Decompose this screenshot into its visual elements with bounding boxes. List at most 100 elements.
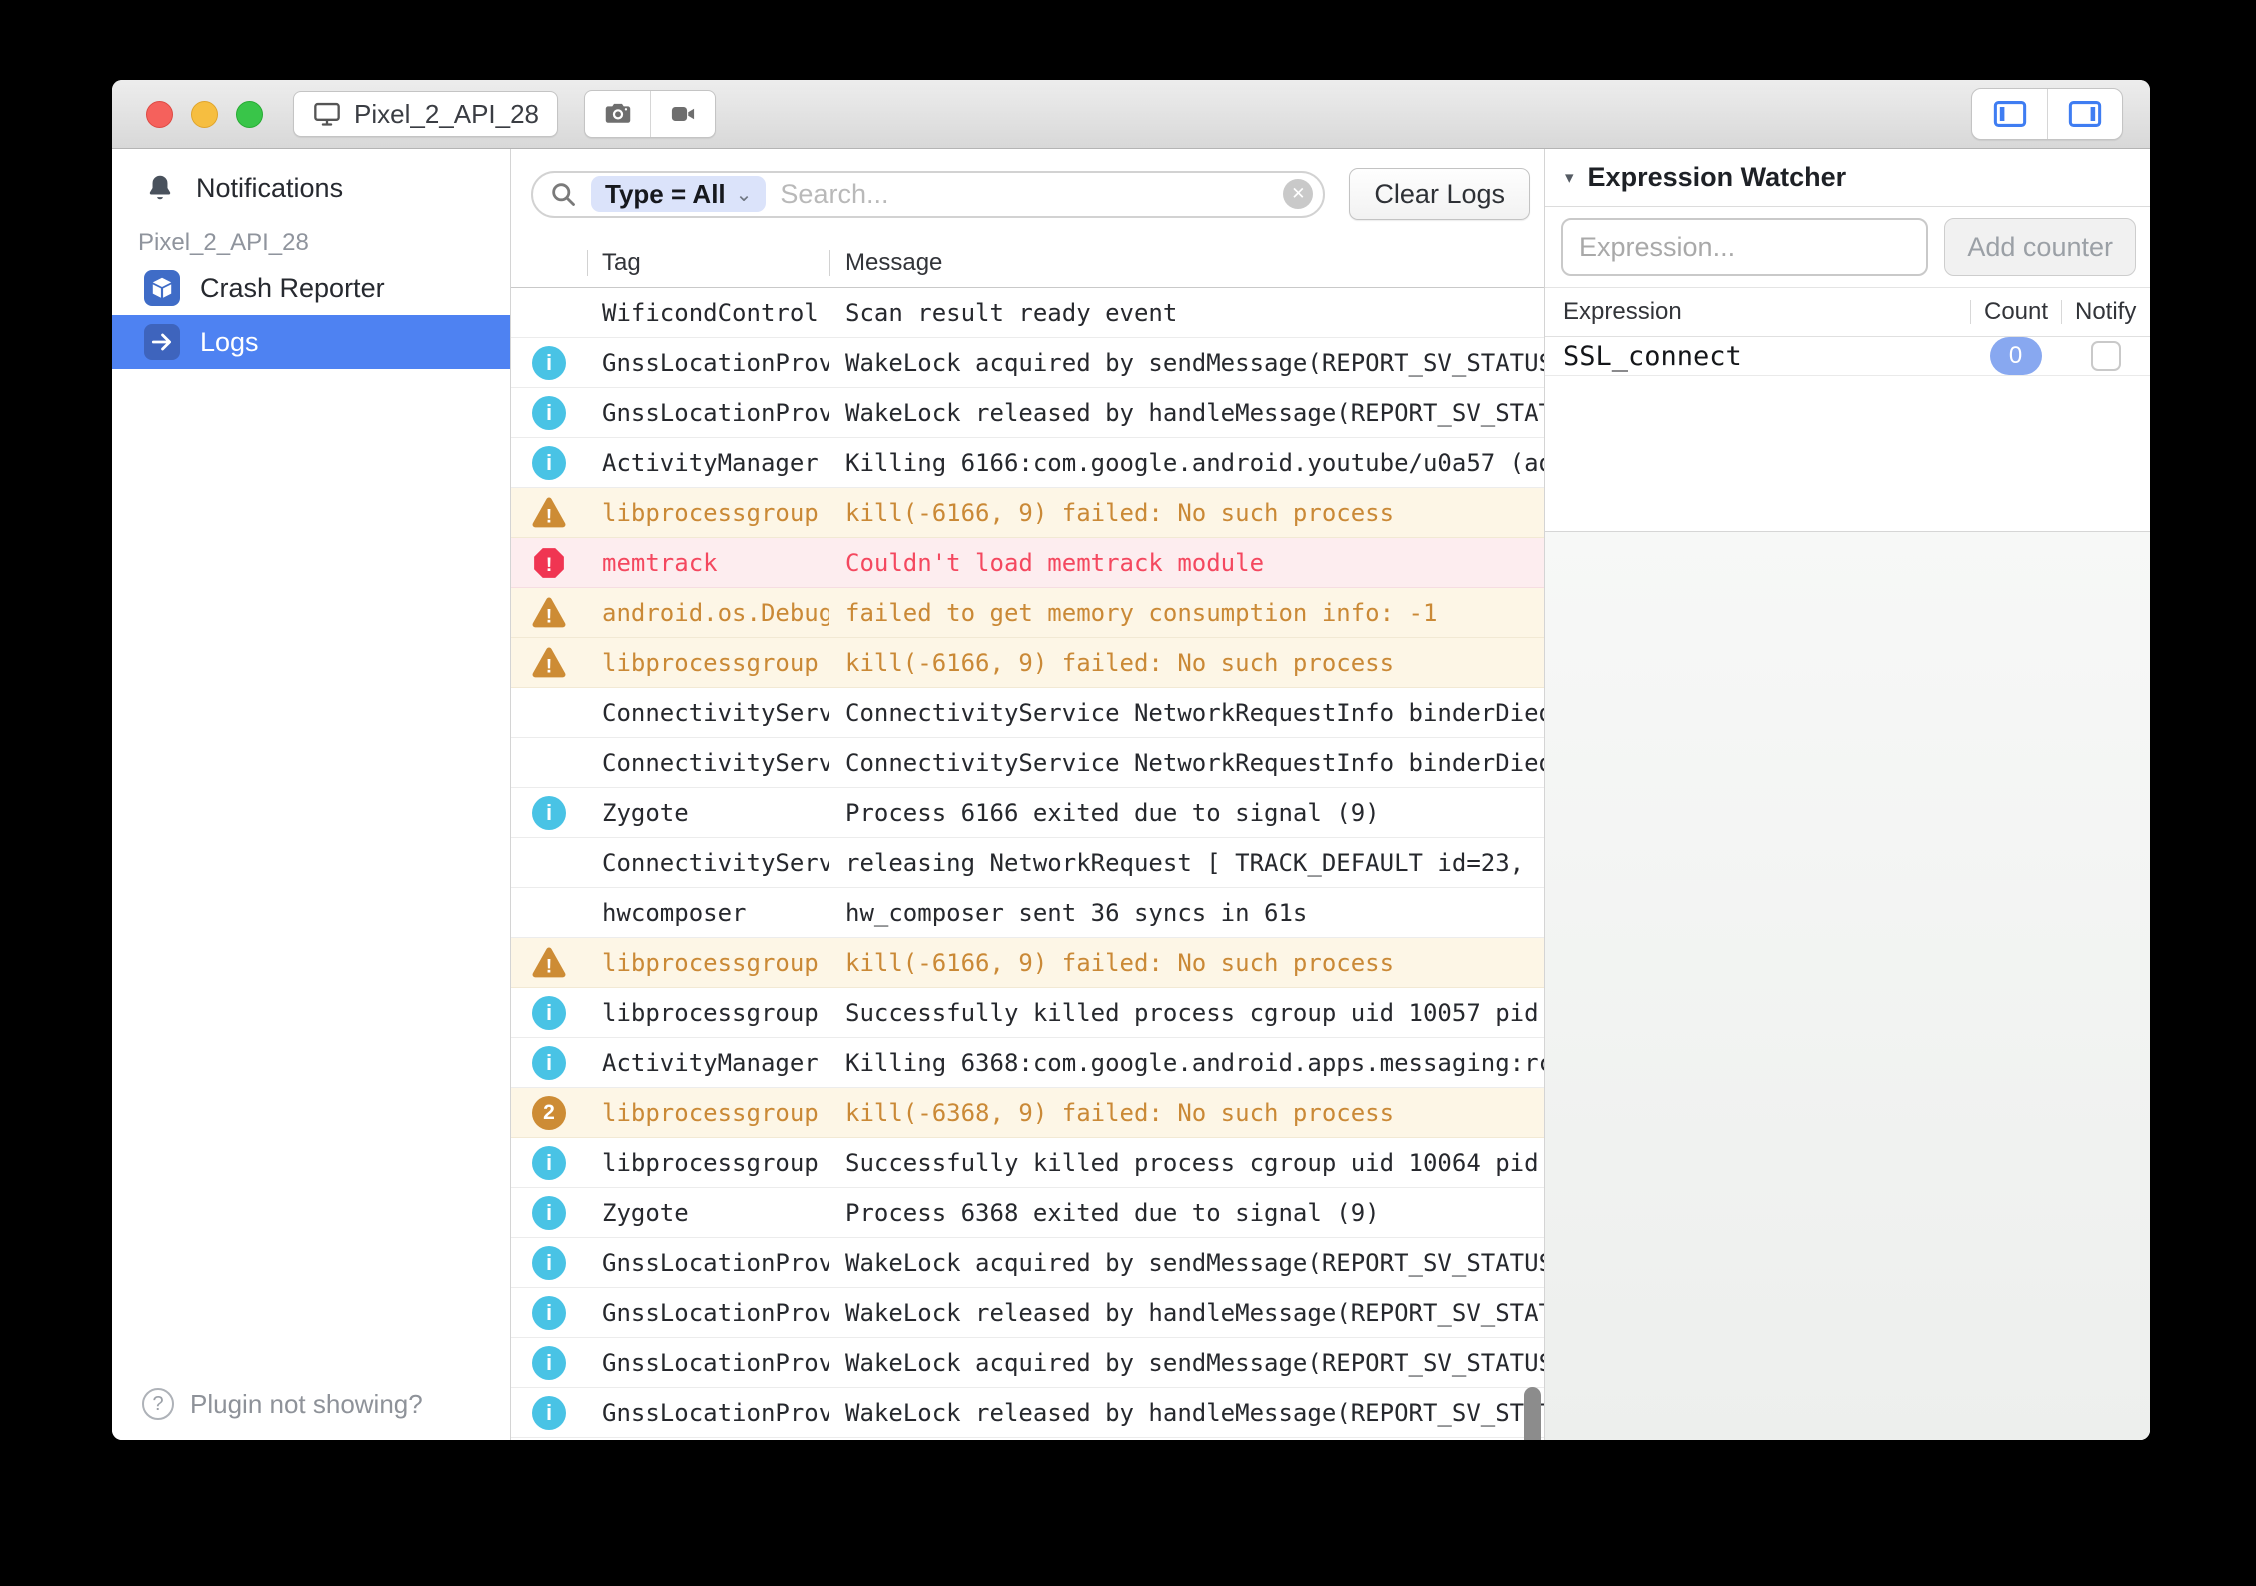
- log-level-cell: i: [511, 1396, 587, 1430]
- log-level-cell: i: [511, 446, 587, 480]
- log-row[interactable]: ilibprocessgroupSuccessfully killed proc…: [511, 988, 1544, 1038]
- svg-text:!: !: [546, 505, 553, 527]
- svg-text:!: !: [546, 955, 553, 977]
- log-toolbar: Type = All ⌄ Search... ✕ Clear Logs: [511, 149, 1544, 239]
- log-tag: Zygote: [587, 799, 829, 827]
- log-tag: android.os.Debug: [587, 599, 829, 627]
- column-header-message[interactable]: Message: [829, 249, 1544, 277]
- right-panel-icon: [2068, 100, 2102, 128]
- column-header-notify[interactable]: Notify: [2061, 298, 2150, 326]
- add-counter-button[interactable]: Add counter: [1944, 218, 2136, 276]
- screenshot-button[interactable]: [585, 91, 650, 137]
- log-level-cell: !: [511, 646, 587, 679]
- log-row[interactable]: ilibprocessgroupSuccessfully killed proc…: [511, 1138, 1544, 1188]
- sidebar-item-notifications[interactable]: Notifications: [112, 161, 510, 215]
- watcher-background-area: [1545, 531, 2150, 1440]
- log-message: Process 6368 exited due to signal (9): [829, 1199, 1544, 1227]
- log-row[interactable]: !libprocessgroupkill(-6166, 9) failed: N…: [511, 638, 1544, 688]
- plugin-not-showing-link[interactable]: ? Plugin not showing?: [112, 1368, 510, 1440]
- device-selector[interactable]: Pixel_2_API_28: [293, 91, 558, 137]
- expression-input[interactable]: [1561, 218, 1928, 276]
- warning-count-badge: 2: [532, 1096, 566, 1130]
- toggle-right-sidebar-button[interactable]: [2047, 89, 2122, 139]
- log-row[interactable]: !memtrackCouldn't load memtrack module: [511, 538, 1544, 588]
- type-filter-label: Type = All: [605, 179, 726, 210]
- column-header-expression[interactable]: Expression: [1545, 298, 1970, 326]
- log-message: ConnectivityService NetworkRequestInfo b…: [829, 699, 1544, 727]
- log-level-cell: i: [511, 1296, 587, 1330]
- log-row[interactable]: !libprocessgroupkill(-6166, 9) failed: N…: [511, 488, 1544, 538]
- close-window-button[interactable]: [146, 101, 173, 128]
- log-row[interactable]: iGnssLocationProviderWakeLock released b…: [511, 1288, 1544, 1338]
- log-tag: GnssLocationProvider: [587, 349, 829, 377]
- type-filter-chip[interactable]: Type = All ⌄: [591, 176, 766, 212]
- log-row[interactable]: iActivityManagerKilling 6368:com.google.…: [511, 1038, 1544, 1088]
- log-tag: libprocessgroup: [587, 949, 829, 977]
- screen-record-button[interactable]: [650, 91, 715, 137]
- sidebar-item-crash-reporter[interactable]: Crash Reporter: [112, 261, 510, 315]
- device-name: Pixel_2_API_28: [354, 99, 539, 130]
- log-row[interactable]: !android.os.Debugfailed to get memory co…: [511, 588, 1544, 638]
- log-row[interactable]: ConnectivityServiceConnectivityService N…: [511, 738, 1544, 788]
- zoom-window-button[interactable]: [236, 101, 263, 128]
- log-level-cell: !: [511, 496, 587, 529]
- svg-text:!: !: [546, 605, 553, 627]
- capture-controls: [584, 90, 716, 138]
- log-row[interactable]: ! libprocessgroupkill(-6166, 9) failed: N…: [511, 938, 1544, 988]
- log-tag: ActivityManager: [587, 449, 829, 477]
- log-row[interactable]: iActivityManagerKilling 6166:com.google.…: [511, 438, 1544, 488]
- search-icon: [549, 180, 577, 208]
- log-row[interactable]: hwcomposerhw_composer sent 36 syncs in 6…: [511, 888, 1544, 938]
- info-icon: i: [532, 346, 566, 380]
- log-row[interactable]: WificondControlScan result ready event: [511, 288, 1544, 338]
- log-message: Process 6166 exited due to signal (9): [829, 799, 1544, 827]
- column-header-count[interactable]: Count: [1970, 298, 2061, 326]
- log-message: kill(-6166, 9) failed: No such process: [829, 949, 1544, 977]
- watcher-notify-cell: [2061, 341, 2150, 371]
- log-row[interactable]: ConnectivityServiceConnectivityService N…: [511, 688, 1544, 738]
- log-row[interactable]: ConnectivityServicereleasing NetworkRequ…: [511, 838, 1544, 888]
- sidebar-item-logs[interactable]: Logs: [112, 315, 510, 369]
- log-message: Successfully killed process cgroup uid 1…: [829, 999, 1544, 1027]
- log-row[interactable]: iGnssLocationProviderWakeLock released b…: [511, 1388, 1544, 1438]
- log-tag: libprocessgroup: [587, 1099, 829, 1127]
- log-row[interactable]: iZygoteProcess 6166 exited due to signal…: [511, 788, 1544, 838]
- clear-logs-button[interactable]: Clear Logs: [1349, 168, 1530, 220]
- left-panel-icon: [1993, 100, 2027, 128]
- search-input[interactable]: Type = All ⌄ Search... ✕: [531, 171, 1325, 218]
- error-icon: !: [532, 546, 566, 580]
- sidebar: Notifications Pixel_2_API_28 Crash Repor…: [112, 149, 511, 1440]
- notify-checkbox[interactable]: [2091, 341, 2121, 371]
- collapse-chevron-icon: ▾: [1565, 168, 1574, 188]
- log-row[interactable]: iGnssLocationProviderWakeLock released b…: [511, 388, 1544, 438]
- vertical-scrollbar-thumb[interactable]: [1524, 1387, 1541, 1440]
- log-message: hw_composer sent 36 syncs in 61s: [829, 899, 1544, 927]
- column-header-tag[interactable]: Tag: [587, 249, 829, 277]
- log-level-cell: 2: [511, 1096, 587, 1130]
- expression-watcher-header[interactable]: ▾ Expression Watcher: [1545, 149, 2150, 207]
- info-icon: i: [532, 1296, 566, 1330]
- log-message: kill(-6166, 9) failed: No such process: [829, 499, 1544, 527]
- log-message: Killing 6166:com.google.android.youtube/…: [829, 449, 1544, 477]
- log-row[interactable]: iGnssLocationProviderWakeLock acquired b…: [511, 338, 1544, 388]
- log-row[interactable]: iGnssLocationProviderWakeLock acquired b…: [511, 1238, 1544, 1288]
- info-icon: i: [532, 996, 566, 1030]
- log-message: kill(-6368, 9) failed: No such process: [829, 1099, 1544, 1127]
- watcher-title: Expression Watcher: [1588, 162, 1847, 193]
- log-level-cell: i: [511, 796, 587, 830]
- watcher-row[interactable]: SSL_connect0: [1545, 337, 2150, 376]
- log-row[interactable]: 2 libprocessgroupkill(-6368, 9) failed: N…: [511, 1088, 1544, 1138]
- log-row[interactable]: iGnssLocationProviderWakeLock acquired b…: [511, 1338, 1544, 1388]
- log-level-cell: !: [511, 546, 587, 580]
- toggle-left-sidebar-button[interactable]: [1972, 89, 2047, 139]
- log-row[interactable]: iZygoteProcess 6368 exited due to signal…: [511, 1188, 1544, 1238]
- crash-reporter-icon: [144, 270, 180, 306]
- log-tag: hwcomposer: [587, 899, 829, 927]
- expression-watcher-panel: ▾ Expression Watcher Add counter Express…: [1545, 149, 2150, 1440]
- log-message: Successfully killed process cgroup uid 1…: [829, 1149, 1544, 1177]
- warning-icon: !: [531, 496, 567, 529]
- sidebar-item-label: Notifications: [196, 173, 343, 204]
- clear-search-button[interactable]: ✕: [1283, 179, 1313, 209]
- minimize-window-button[interactable]: [191, 101, 218, 128]
- search-placeholder: Search...: [780, 179, 1269, 210]
